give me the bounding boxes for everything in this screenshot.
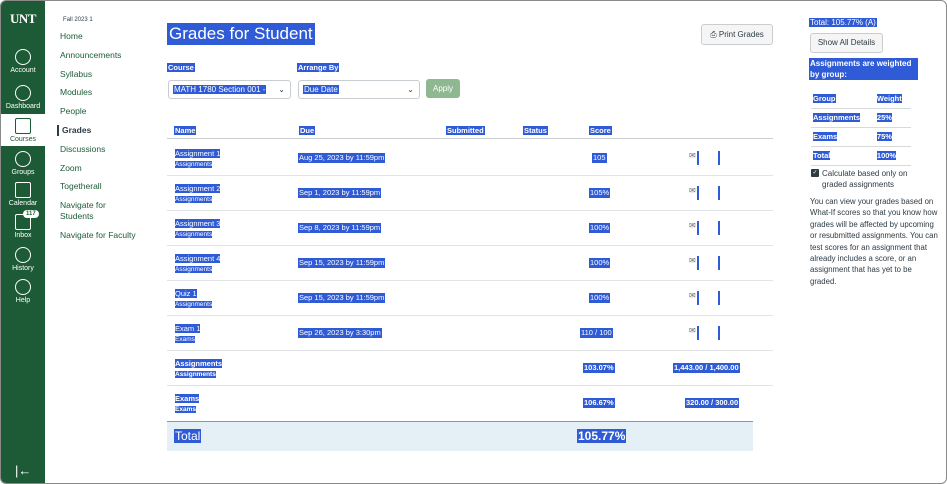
collapse-nav-icon[interactable]: |← [15, 463, 31, 478]
message-icon[interactable]: ✉ [689, 221, 696, 230]
total-row: Total 105.77% [167, 421, 753, 451]
message-icon[interactable]: ✉ [689, 326, 696, 335]
assignment-link[interactable]: Quiz 1 [175, 289, 197, 298]
course-nav: Home Announcements Syllabus Modules Peop… [57, 31, 157, 249]
comment-marker [697, 221, 699, 235]
nav-courses[interactable]: Courses [1, 114, 45, 146]
assignment-link[interactable]: Assignment 2 [175, 184, 221, 193]
detail-marker [718, 221, 720, 235]
whatif-description: You can view your grades based on What-I… [810, 197, 938, 286]
table-row: Assignment 2 Assignments Sep 1, 2023 by 1… [167, 176, 773, 211]
course-nav-syllabus[interactable]: Syllabus [57, 69, 157, 80]
comment-marker [697, 326, 699, 340]
table-row: Quiz 1 Assignments Sep 15, 2023 by 11:59p… [167, 281, 773, 316]
chevron-down-icon: ⌄ [278, 85, 285, 94]
course-label: Course [167, 63, 195, 72]
arrange-select[interactable]: Due Date ⌄ [298, 80, 420, 99]
message-icon[interactable]: ✉ [689, 291, 696, 300]
weighted-note: Assignments are weighted by group: [809, 58, 918, 80]
course-nav-togetherall[interactable]: Togetherall [57, 181, 157, 192]
detail-marker [718, 151, 720, 165]
inbox-badge: 117 [23, 210, 39, 218]
graded-only-label: Calculate based only on graded assignmen… [822, 169, 908, 189]
course-nav-discussions[interactable]: Discussions [57, 144, 157, 155]
account-icon [15, 49, 31, 65]
nav-account[interactable]: Account [1, 49, 45, 74]
table-row: Assignment 1 Assignments Aug 25, 2023 by … [167, 141, 773, 176]
col-submitted: Submitted [446, 126, 485, 135]
col-status: Status [523, 126, 548, 135]
unt-logo[interactable]: UNT [1, 11, 45, 27]
nav-help[interactable]: Help [1, 279, 45, 304]
course-nav-navigate-faculty[interactable]: Navigate for Faculty [57, 230, 157, 241]
term-label: Fall 2023 1 [63, 17, 93, 23]
page-title: Grades for Student [167, 23, 315, 45]
course-select[interactable]: MATH 1780 Section 001 - ⌄ [168, 80, 291, 99]
course-nav-people[interactable]: People [57, 106, 157, 117]
sidebar-total: Total: 105.77% (A) [809, 18, 877, 27]
nav-history[interactable]: History [1, 247, 45, 272]
nav-dashboard[interactable]: Dashboard [1, 85, 45, 110]
comment-marker [697, 151, 699, 165]
help-icon [15, 279, 31, 295]
weights-table: Group Weight Assignments 25% Exams 75% Tota… [811, 89, 911, 166]
course-nav-modules[interactable]: Modules [57, 87, 157, 98]
detail-marker [718, 186, 720, 200]
nav-groups[interactable]: Groups [1, 151, 45, 176]
message-icon[interactable]: ✉ [689, 151, 696, 160]
col-due: Due [299, 126, 316, 135]
total-label: Total [174, 429, 202, 443]
show-all-details-button[interactable]: Show All Details [810, 33, 883, 53]
course-nav-announcements[interactable]: Announcements [57, 50, 157, 61]
nav-inbox[interactable]: 117 Inbox [1, 210, 45, 239]
detail-marker [718, 291, 720, 305]
detail-marker [718, 326, 720, 340]
nav-calendar[interactable]: Calendar [1, 182, 45, 207]
course-nav-grades[interactable]: Grades [57, 124, 157, 136]
group-row: Exams Exams 106.67% 320.00 / 300.00 [175, 394, 740, 413]
assignment-link[interactable]: Exam 1 [175, 324, 201, 333]
group-row: Assignments Assignments 103.07% 1,443.00 … [167, 351, 773, 386]
table-row: Assignment 4 Assignments Sep 15, 2023 by … [167, 246, 773, 281]
arrange-label: Arrange By [297, 63, 340, 72]
global-nav: UNT Account Dashboard Courses Groups Cal… [1, 1, 45, 483]
table-row: Assignment 3 Assignments Sep 8, 2023 by 1… [167, 211, 773, 246]
printer-icon: ⎙ [710, 30, 717, 39]
table-row: Exam 1 Exams Sep 26, 2023 by 3:30pm 110 /… [167, 316, 773, 351]
col-score: Score [589, 126, 612, 135]
app-window: UNT Account Dashboard Courses Groups Cal… [0, 0, 947, 484]
courses-icon [15, 118, 31, 134]
comment-marker [697, 291, 699, 305]
dashboard-icon [15, 85, 31, 101]
chevron-down-icon: ⌄ [407, 85, 414, 94]
course-nav-home[interactable]: Home [57, 31, 157, 42]
assignment-link[interactable]: Assignment 1 [175, 149, 221, 158]
detail-marker [718, 256, 720, 270]
graded-only-checkbox[interactable]: ✓ [811, 169, 819, 177]
message-icon[interactable]: ✉ [689, 186, 696, 195]
course-nav-navigate-students[interactable]: Navigate for Students [57, 200, 117, 222]
assignment-link[interactable]: Assignment 3 [175, 219, 221, 228]
total-score: 105.77% [577, 429, 627, 443]
comment-marker [697, 186, 699, 200]
calendar-icon [15, 182, 31, 198]
comment-marker [697, 256, 699, 270]
assignment-link[interactable]: Assignment 4 [175, 254, 221, 263]
course-nav-zoom[interactable]: Zoom [57, 163, 157, 174]
print-grades-button[interactable]: ⎙ Print Grades [701, 24, 773, 45]
message-icon[interactable]: ✉ [689, 256, 696, 265]
history-icon [15, 247, 31, 263]
apply-button[interactable]: Apply [426, 79, 460, 98]
col-name: Name [174, 126, 197, 135]
groups-icon [15, 151, 31, 167]
